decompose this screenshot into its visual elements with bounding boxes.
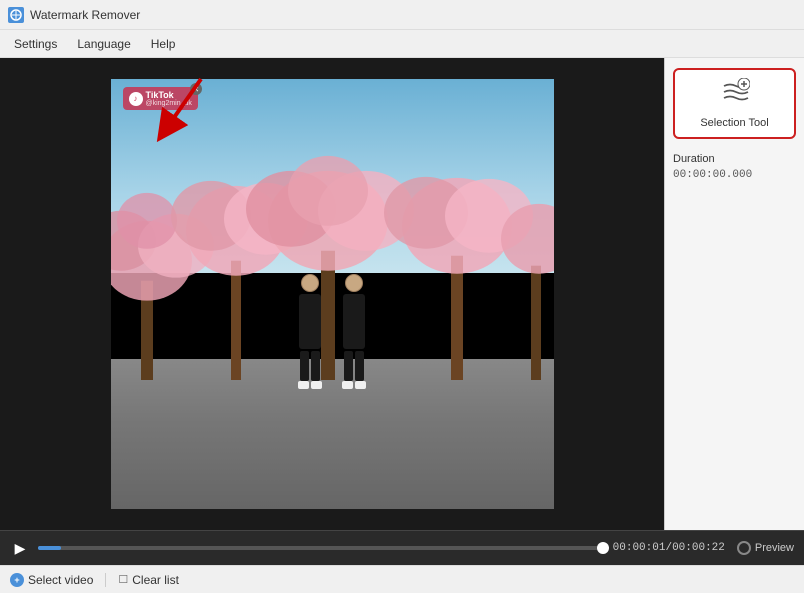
total-time: 00:00:22	[672, 542, 725, 554]
tree-layer	[111, 101, 554, 381]
duration-section: Duration 00:00:00.000	[673, 149, 796, 185]
clear-list-button[interactable]: ☐ Clear list	[118, 573, 179, 587]
figure-feet-1	[298, 381, 322, 389]
duration-label: Duration	[673, 153, 796, 165]
menu-language[interactable]: Language	[67, 33, 140, 55]
preview-circle-icon	[737, 541, 751, 555]
progress-fill	[38, 546, 61, 550]
preview-label: Preview	[755, 542, 794, 554]
progress-knob[interactable]	[597, 542, 609, 554]
watermark-user: @king2min_uk	[146, 100, 192, 107]
menu-help[interactable]: Help	[141, 33, 186, 55]
bottom-controls: ▶ 00:00:01/00:00:22 Preview	[0, 530, 804, 565]
duration-value: 00:00:00.000	[673, 169, 796, 181]
clear-list-label: Clear list	[132, 573, 179, 587]
video-area: ♪ TikTok @king2min_uk ✕	[0, 58, 664, 530]
footer-separator	[105, 573, 106, 587]
clear-list-icon: ☐	[118, 573, 128, 586]
video-container: ♪ TikTok @king2min_uk ✕	[111, 79, 554, 509]
menu-bar: Settings Language Help	[0, 30, 804, 58]
title-bar: Watermark Remover	[0, 0, 804, 30]
selection-tool-label: Selection Tool	[700, 117, 768, 129]
tiktok-icon: ♪	[129, 92, 143, 106]
menu-settings[interactable]: Settings	[4, 33, 67, 55]
selection-tool-icon	[720, 78, 750, 112]
main-layout: ♪ TikTok @king2min_uk ✕	[0, 58, 804, 530]
selection-tool-button[interactable]: Selection Tool	[673, 68, 796, 139]
watermark-close-button[interactable]: ✕	[190, 83, 202, 95]
app-icon	[8, 7, 24, 23]
current-time: 00:00:01	[613, 542, 666, 554]
figure-feet-2	[342, 381, 366, 389]
footer-bar: + Select video ☐ Clear list	[0, 565, 804, 593]
play-button[interactable]: ▶	[10, 540, 30, 557]
preview-button[interactable]: Preview	[737, 541, 794, 555]
watermark-overlay: ♪ TikTok @king2min_uk ✕	[123, 87, 198, 110]
select-video-icon: +	[10, 573, 24, 587]
select-video-label: Select video	[28, 573, 93, 587]
watermark-brand: TikTok	[146, 90, 192, 100]
select-video-button[interactable]: + Select video	[10, 573, 93, 587]
time-display: 00:00:01/00:00:22	[613, 542, 725, 554]
right-panel: Selection Tool Duration 00:00:00.000	[664, 58, 804, 530]
app-title: Watermark Remover	[30, 8, 140, 22]
progress-bar[interactable]	[38, 546, 605, 550]
